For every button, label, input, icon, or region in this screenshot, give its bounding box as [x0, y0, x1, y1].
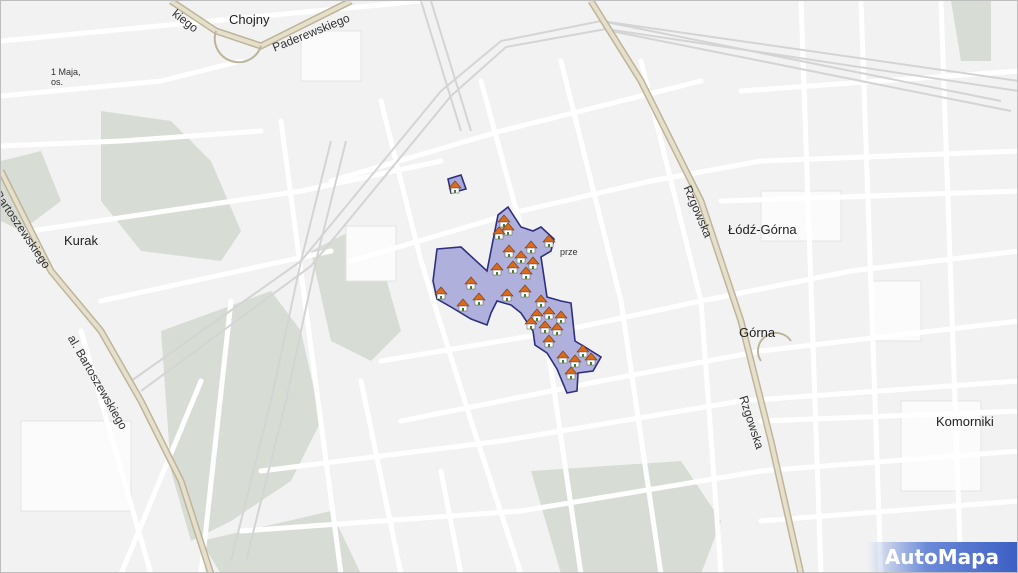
place-prze: prze	[560, 247, 578, 257]
place-gorna: Górna	[739, 325, 776, 340]
place-chojny: Chojny	[229, 12, 270, 27]
automapa-logo: AutoMapa	[867, 542, 1017, 572]
place-komorniki: Komorniki	[936, 414, 994, 429]
place-1-maja-os: os.	[51, 77, 64, 87]
map-view[interactable]: Chojny 1 Maja, os. Kurak Łódź-Górna Górn…	[0, 0, 1018, 573]
place-kurak: Kurak	[64, 233, 98, 248]
place-lodz-gorna: Łódź-Górna	[728, 222, 797, 237]
map-base-layer	[1, 1, 1017, 572]
place-1-maja: 1 Maja,	[51, 67, 81, 77]
